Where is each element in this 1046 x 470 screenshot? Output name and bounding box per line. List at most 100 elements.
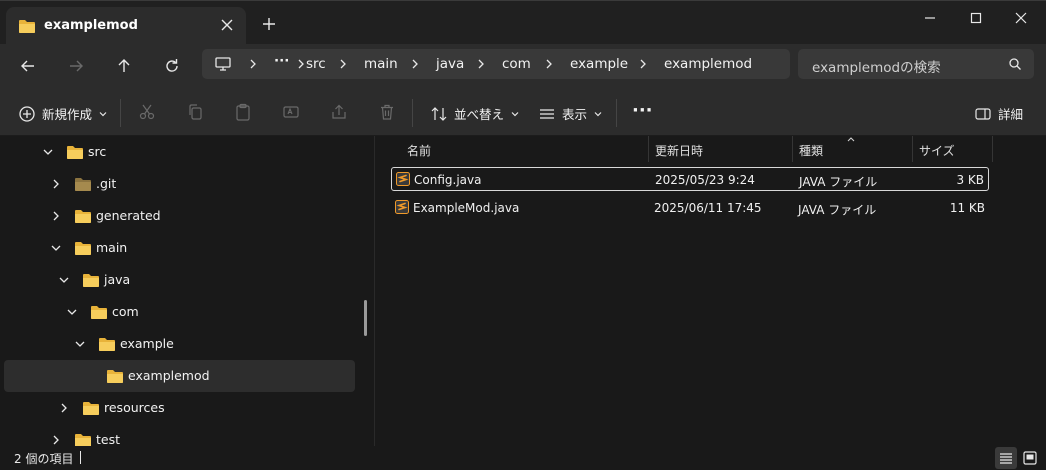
column-header-name[interactable]: 名前 <box>407 142 431 159</box>
breadcrumb-java[interactable]: java <box>436 56 464 72</box>
chevron-down-icon[interactable] <box>74 338 86 350</box>
folder-icon <box>74 208 92 224</box>
chevron-right-icon <box>410 58 420 70</box>
tree-item-test[interactable]: test <box>4 424 355 446</box>
address-bar[interactable]: ··· src main java com example examplemod <box>202 49 790 79</box>
new-button-label: 新規作成 <box>42 107 93 122</box>
chevron-right-icon[interactable] <box>50 434 62 446</box>
file-row-config[interactable]: Config.java 2025/05/23 9:24 JAVA ファイル 3 … <box>391 167 989 191</box>
copy-icon[interactable] <box>186 103 204 121</box>
view-button[interactable]: 表示 <box>538 104 603 123</box>
tree-item-java[interactable]: java <box>4 264 355 296</box>
file-size: 11 KB <box>949 201 985 215</box>
java-file-icon <box>395 200 409 214</box>
close-icon[interactable] <box>1012 9 1030 27</box>
tree-item-com[interactable]: com <box>4 296 355 328</box>
breadcrumb-main[interactable]: main <box>364 56 398 72</box>
file-name: Config.java <box>414 173 482 187</box>
chevron-right-icon[interactable] <box>50 178 62 190</box>
java-file-icon <box>396 172 410 186</box>
column-divider[interactable] <box>912 136 913 162</box>
column-divider[interactable] <box>792 136 793 162</box>
details-button[interactable]: 詳細 <box>974 104 1023 123</box>
tree-item-resources[interactable]: resources <box>4 392 355 424</box>
up-arrow-icon[interactable] <box>114 56 134 76</box>
chevron-right-icon[interactable] <box>58 402 70 414</box>
chevron-down-icon[interactable] <box>66 306 78 318</box>
column-header-size[interactable]: サイズ <box>919 142 955 159</box>
rename-icon[interactable] <box>282 103 300 121</box>
tree-item-label: java <box>104 272 131 287</box>
tree-item-label: com <box>112 304 139 319</box>
tree-item-label: examplemod <box>128 368 210 383</box>
chevron-down-icon[interactable] <box>42 146 54 158</box>
folder-icon <box>74 432 92 446</box>
paste-icon[interactable] <box>234 103 252 121</box>
tree-item-main[interactable]: main <box>4 232 355 264</box>
minimize-icon[interactable] <box>921 9 939 27</box>
breadcrumb-com[interactable]: com <box>502 56 531 72</box>
breadcrumb-src[interactable]: src <box>306 56 326 72</box>
chevron-right-icon <box>338 58 348 70</box>
tree-item-git[interactable]: .git <box>4 168 355 200</box>
breadcrumb-examplemod[interactable]: examplemod <box>664 56 752 72</box>
folder-icon <box>74 176 92 192</box>
chevron-down-icon[interactable] <box>58 274 70 286</box>
search-placeholder: examplemodの検索 <box>812 60 941 76</box>
file-type: JAVA ファイル <box>799 175 878 189</box>
tree-item-src[interactable]: src <box>4 136 355 168</box>
search-input[interactable]: examplemodの検索 <box>798 49 1034 79</box>
file-list: 名前 更新日時 種類 サイズ Config.java 2025/05/23 9:… <box>376 136 1046 446</box>
column-divider[interactable] <box>648 136 649 162</box>
breadcrumb-example[interactable]: example <box>570 56 628 72</box>
column-header-row: 名前 更新日時 種類 サイズ <box>376 136 1046 162</box>
tree-item-example[interactable]: example <box>4 328 355 360</box>
tree-item-label: example <box>120 336 174 351</box>
sort-ascending-icon <box>846 135 856 143</box>
chevron-down-icon[interactable] <box>50 242 62 254</box>
maximize-icon[interactable] <box>967 9 985 27</box>
chevron-down-icon <box>593 109 603 119</box>
list-view-icon <box>538 105 556 123</box>
tab-examplemod[interactable]: examplemod <box>6 7 246 45</box>
chevron-right-icon <box>476 58 486 70</box>
folder-icon <box>82 272 100 288</box>
share-icon[interactable] <box>330 103 348 121</box>
sort-button[interactable]: 並べ替え <box>430 104 520 123</box>
tree-item-examplemod[interactable]: examplemod <box>4 360 355 392</box>
file-name: ExampleMod.java <box>413 201 520 215</box>
divider <box>412 99 413 127</box>
cut-icon[interactable] <box>138 103 156 121</box>
tree-item-generated[interactable]: generated <box>4 200 355 232</box>
folder-icon <box>90 304 108 320</box>
tree-item-label: main <box>96 240 128 255</box>
tree-item-label: resources <box>104 400 165 415</box>
search-icon[interactable] <box>1008 57 1022 71</box>
chevron-right-icon[interactable] <box>50 210 62 222</box>
column-header-modified[interactable]: 更新日時 <box>655 142 703 159</box>
folder-icon <box>74 240 92 256</box>
delete-icon[interactable] <box>378 103 396 121</box>
file-type: JAVA ファイル <box>798 203 877 217</box>
new-button[interactable]: 新規作成 <box>18 104 108 123</box>
more-button[interactable]: ··· <box>632 100 653 121</box>
chevron-right-icon <box>544 58 554 70</box>
thumbnail-view-icon[interactable] <box>1019 447 1041 469</box>
column-divider[interactable] <box>992 136 993 162</box>
tab-close-icon[interactable] <box>220 18 234 32</box>
details-view-icon[interactable] <box>995 447 1017 469</box>
tree-item-label: .git <box>96 176 117 191</box>
column-header-type[interactable]: 種類 <box>799 142 823 159</box>
breadcrumb-overflow[interactable]: ··· <box>274 53 289 69</box>
new-tab-button[interactable] <box>262 17 276 31</box>
nav-pane-scrollbar[interactable] <box>364 300 367 336</box>
file-row-examplemod[interactable]: ExampleMod.java 2025/06/11 17:45 JAVA ファ… <box>391 196 989 220</box>
view-button-label: 表示 <box>562 107 588 122</box>
file-size: 3 KB <box>956 173 984 187</box>
address-row: ··· src main java com example examplemod… <box>0 44 1046 90</box>
refresh-icon[interactable] <box>162 56 182 76</box>
chevron-down-icon <box>98 109 108 119</box>
back-arrow-icon[interactable] <box>18 56 38 76</box>
forward-arrow-icon[interactable] <box>66 56 86 76</box>
folder-icon <box>18 18 36 34</box>
